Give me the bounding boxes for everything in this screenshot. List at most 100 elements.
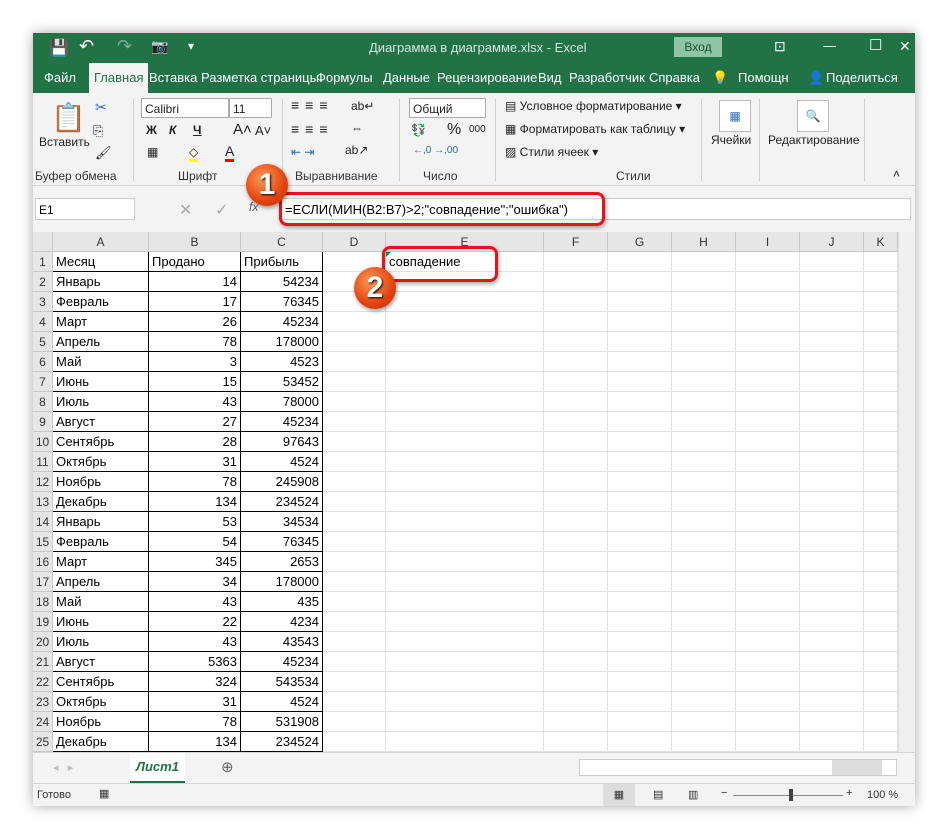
row-header[interactable]: 9 xyxy=(33,412,53,432)
row-header[interactable]: 3 xyxy=(33,292,53,312)
cell[interactable]: Август xyxy=(53,412,149,432)
column-header-D[interactable]: D xyxy=(323,232,386,252)
cell[interactable] xyxy=(864,352,898,372)
row-header[interactable]: 7 xyxy=(33,372,53,392)
select-all-button[interactable] xyxy=(33,232,53,252)
cell[interactable] xyxy=(323,592,386,612)
cell[interactable]: Октябрь xyxy=(53,452,149,472)
column-header-I[interactable]: I xyxy=(736,232,800,252)
font-color-icon[interactable]: A xyxy=(225,143,235,162)
cell[interactable] xyxy=(864,472,898,492)
cell[interactable] xyxy=(386,532,544,552)
row-header[interactable]: 25 xyxy=(33,732,53,752)
cell[interactable] xyxy=(736,392,800,412)
cell[interactable] xyxy=(800,292,864,312)
zoom-in-button[interactable]: + xyxy=(846,787,852,799)
cell[interactable] xyxy=(544,452,608,472)
cell[interactable]: 17 xyxy=(149,292,241,312)
column-header-B[interactable]: B xyxy=(149,232,241,252)
cell[interactable]: 543534 xyxy=(241,672,323,692)
name-box[interactable]: E1 xyxy=(35,198,135,220)
cell[interactable]: Июнь xyxy=(53,612,149,632)
cell[interactable]: Июль xyxy=(53,632,149,652)
cell[interactable] xyxy=(544,512,608,532)
cell[interactable] xyxy=(864,452,898,472)
tab-file[interactable]: Файл xyxy=(39,63,81,93)
cell[interactable] xyxy=(800,472,864,492)
cell[interactable] xyxy=(736,552,800,572)
cell[interactable] xyxy=(386,552,544,572)
cell[interactable]: 53 xyxy=(149,512,241,532)
macro-icon[interactable]: ▦ xyxy=(99,787,109,800)
customize-qat-icon[interactable]: ▾ xyxy=(188,39,194,53)
cell[interactable]: 4523 xyxy=(241,352,323,372)
cell[interactable] xyxy=(323,652,386,672)
cell[interactable] xyxy=(800,452,864,472)
cell[interactable]: 4524 xyxy=(241,692,323,712)
cell[interactable]: 76345 xyxy=(241,532,323,552)
column-header-C[interactable]: C xyxy=(241,232,323,252)
cell[interactable] xyxy=(736,292,800,312)
cell[interactable] xyxy=(800,352,864,372)
cell[interactable] xyxy=(864,572,898,592)
cell[interactable]: Июль xyxy=(53,392,149,412)
cell[interactable] xyxy=(323,732,386,752)
cell[interactable]: 43 xyxy=(149,632,241,652)
cell[interactable]: 178000 xyxy=(241,332,323,352)
cell[interactable] xyxy=(608,252,672,272)
cell[interactable]: Июнь xyxy=(53,372,149,392)
cell[interactable] xyxy=(864,312,898,332)
cell[interactable] xyxy=(608,732,672,752)
cell[interactable] xyxy=(544,732,608,752)
row-header[interactable]: 11 xyxy=(33,452,53,472)
cell[interactable]: 43543 xyxy=(241,632,323,652)
cell[interactable]: 45234 xyxy=(241,652,323,672)
cell[interactable] xyxy=(736,632,800,652)
cell[interactable] xyxy=(864,732,898,752)
fill-color-icon[interactable]: ◇ xyxy=(189,145,199,162)
cell[interactable] xyxy=(544,412,608,432)
cell[interactable] xyxy=(672,592,736,612)
cell[interactable] xyxy=(544,692,608,712)
cell[interactable] xyxy=(323,412,386,432)
cell[interactable] xyxy=(386,632,544,652)
cell[interactable] xyxy=(608,332,672,352)
cell[interactable] xyxy=(608,452,672,472)
signin-button[interactable]: Вход xyxy=(674,37,722,57)
cell[interactable]: Ноябрь xyxy=(53,472,149,492)
sheet-tab-list1[interactable]: Лист1 xyxy=(130,753,185,783)
cell[interactable] xyxy=(672,272,736,292)
number-format-select[interactable]: Общий xyxy=(409,98,486,118)
cell[interactable] xyxy=(800,412,864,432)
cell[interactable]: 45234 xyxy=(241,312,323,332)
cell[interactable] xyxy=(736,692,800,712)
cell[interactable] xyxy=(864,632,898,652)
redo-icon[interactable]: ↷ xyxy=(117,36,132,57)
row-header[interactable]: 22 xyxy=(33,672,53,692)
zoom-out-button[interactable]: − xyxy=(721,787,727,799)
cell[interactable]: Май xyxy=(53,592,149,612)
cell[interactable]: 531908 xyxy=(241,712,323,732)
cell[interactable] xyxy=(323,692,386,712)
row-header[interactable]: 8 xyxy=(33,392,53,412)
cell[interactable]: 54 xyxy=(149,532,241,552)
cell[interactable] xyxy=(386,512,544,532)
tab-data[interactable]: Данные xyxy=(378,63,435,93)
cell[interactable] xyxy=(386,592,544,612)
cell[interactable] xyxy=(800,372,864,392)
cell[interactable] xyxy=(672,452,736,472)
cell[interactable] xyxy=(864,372,898,392)
cell[interactable] xyxy=(323,312,386,332)
cell[interactable] xyxy=(544,272,608,292)
cell[interactable] xyxy=(672,572,736,592)
cell[interactable] xyxy=(544,672,608,692)
cell[interactable] xyxy=(800,272,864,292)
cell[interactable] xyxy=(736,352,800,372)
cell[interactable] xyxy=(864,392,898,412)
cell[interactable] xyxy=(800,572,864,592)
cell[interactable] xyxy=(386,612,544,632)
cell[interactable] xyxy=(323,352,386,372)
cell[interactable] xyxy=(736,652,800,672)
cell[interactable] xyxy=(386,332,544,352)
cell[interactable] xyxy=(672,712,736,732)
